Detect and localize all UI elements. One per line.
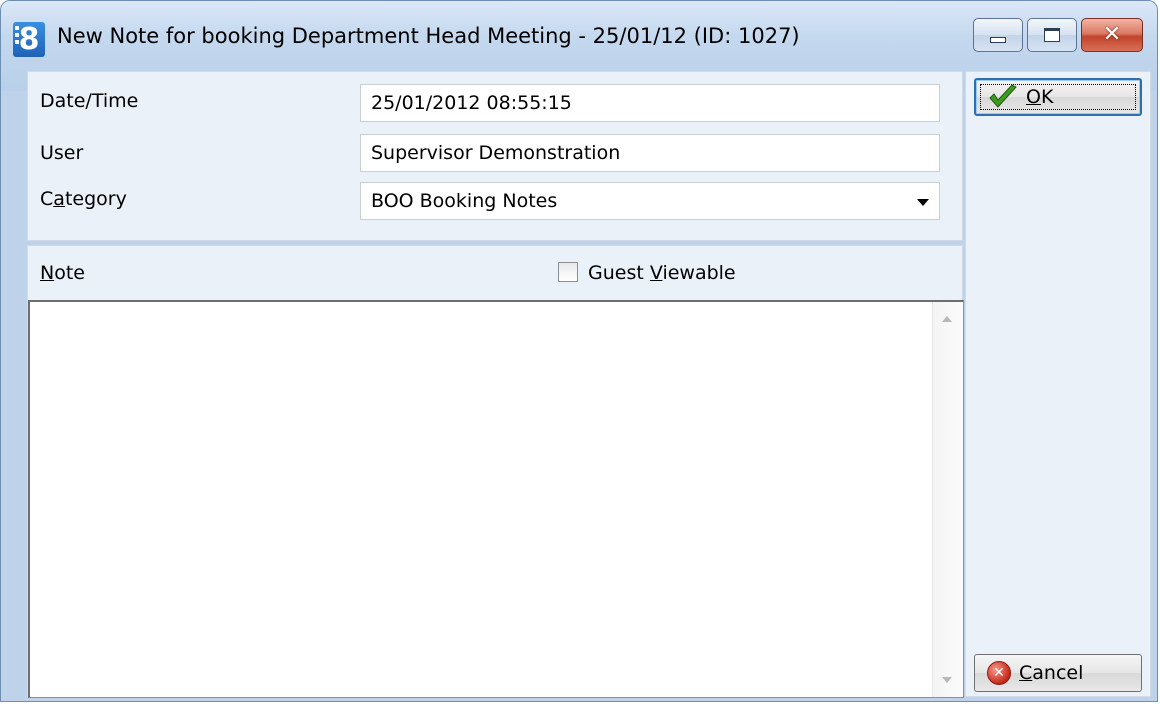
cancel-rest: ancel [1032, 662, 1084, 684]
window-controls: ✕ [973, 18, 1143, 52]
guest-viewable-rest: iewable [662, 262, 736, 284]
datetime-label: Date/Time [40, 90, 139, 112]
guest-viewable-text: Guest [588, 262, 650, 284]
category-label-part: C [40, 188, 54, 210]
cancel-button-label: Cancel [1019, 662, 1083, 684]
button-column: OK ✕ Cancel [965, 71, 1151, 697]
note-scrollbar[interactable] [932, 302, 963, 697]
scroll-up-icon[interactable] [942, 316, 952, 322]
minimize-icon [990, 37, 1006, 43]
user-field[interactable]: Supervisor Demonstration [360, 134, 940, 172]
category-select-value: BOO Booking Notes [371, 190, 558, 212]
window-title: New Note for booking Department Head Mee… [57, 24, 800, 48]
details-panel: Date/Time 25/01/2012 08:55:15 User Super… [27, 71, 963, 241]
ok-button[interactable]: OK [974, 78, 1142, 116]
maximize-icon [1044, 28, 1060, 42]
note-textarea[interactable] [28, 300, 964, 698]
focus-indicator [980, 84, 1136, 110]
guest-viewable-accel: V [649, 262, 663, 284]
scroll-down-icon[interactable] [942, 677, 952, 683]
maximize-button[interactable] [1027, 18, 1077, 52]
note-label: Note [40, 262, 85, 284]
category-label: Category [40, 188, 127, 210]
minimize-button[interactable] [973, 18, 1023, 52]
close-button[interactable]: ✕ [1081, 18, 1143, 52]
cancel-icon: ✕ [987, 661, 1011, 685]
note-panel: Note Guest Viewable [27, 245, 964, 698]
note-accel: N [40, 262, 55, 284]
note-dialog-window: 8 New Note for booking Department Head M… [0, 0, 1158, 702]
category-label-accel: a [53, 188, 65, 210]
cancel-accel: C [1019, 662, 1033, 684]
guest-viewable-checkbox[interactable] [558, 262, 578, 282]
guest-viewable-label[interactable]: Guest Viewable [588, 262, 736, 284]
category-label-rest: tegory [64, 188, 127, 210]
app-logo-icon: 8 [13, 22, 45, 57]
chevron-down-icon [917, 199, 929, 206]
user-label: User [40, 142, 84, 164]
note-label-rest: ote [54, 262, 85, 284]
cancel-button[interactable]: ✕ Cancel [974, 654, 1142, 692]
datetime-field[interactable]: 25/01/2012 08:55:15 [360, 84, 940, 122]
close-icon: ✕ [1102, 22, 1122, 47]
category-select[interactable]: BOO Booking Notes [360, 182, 940, 220]
app-logo-char: 8 [18, 22, 40, 57]
